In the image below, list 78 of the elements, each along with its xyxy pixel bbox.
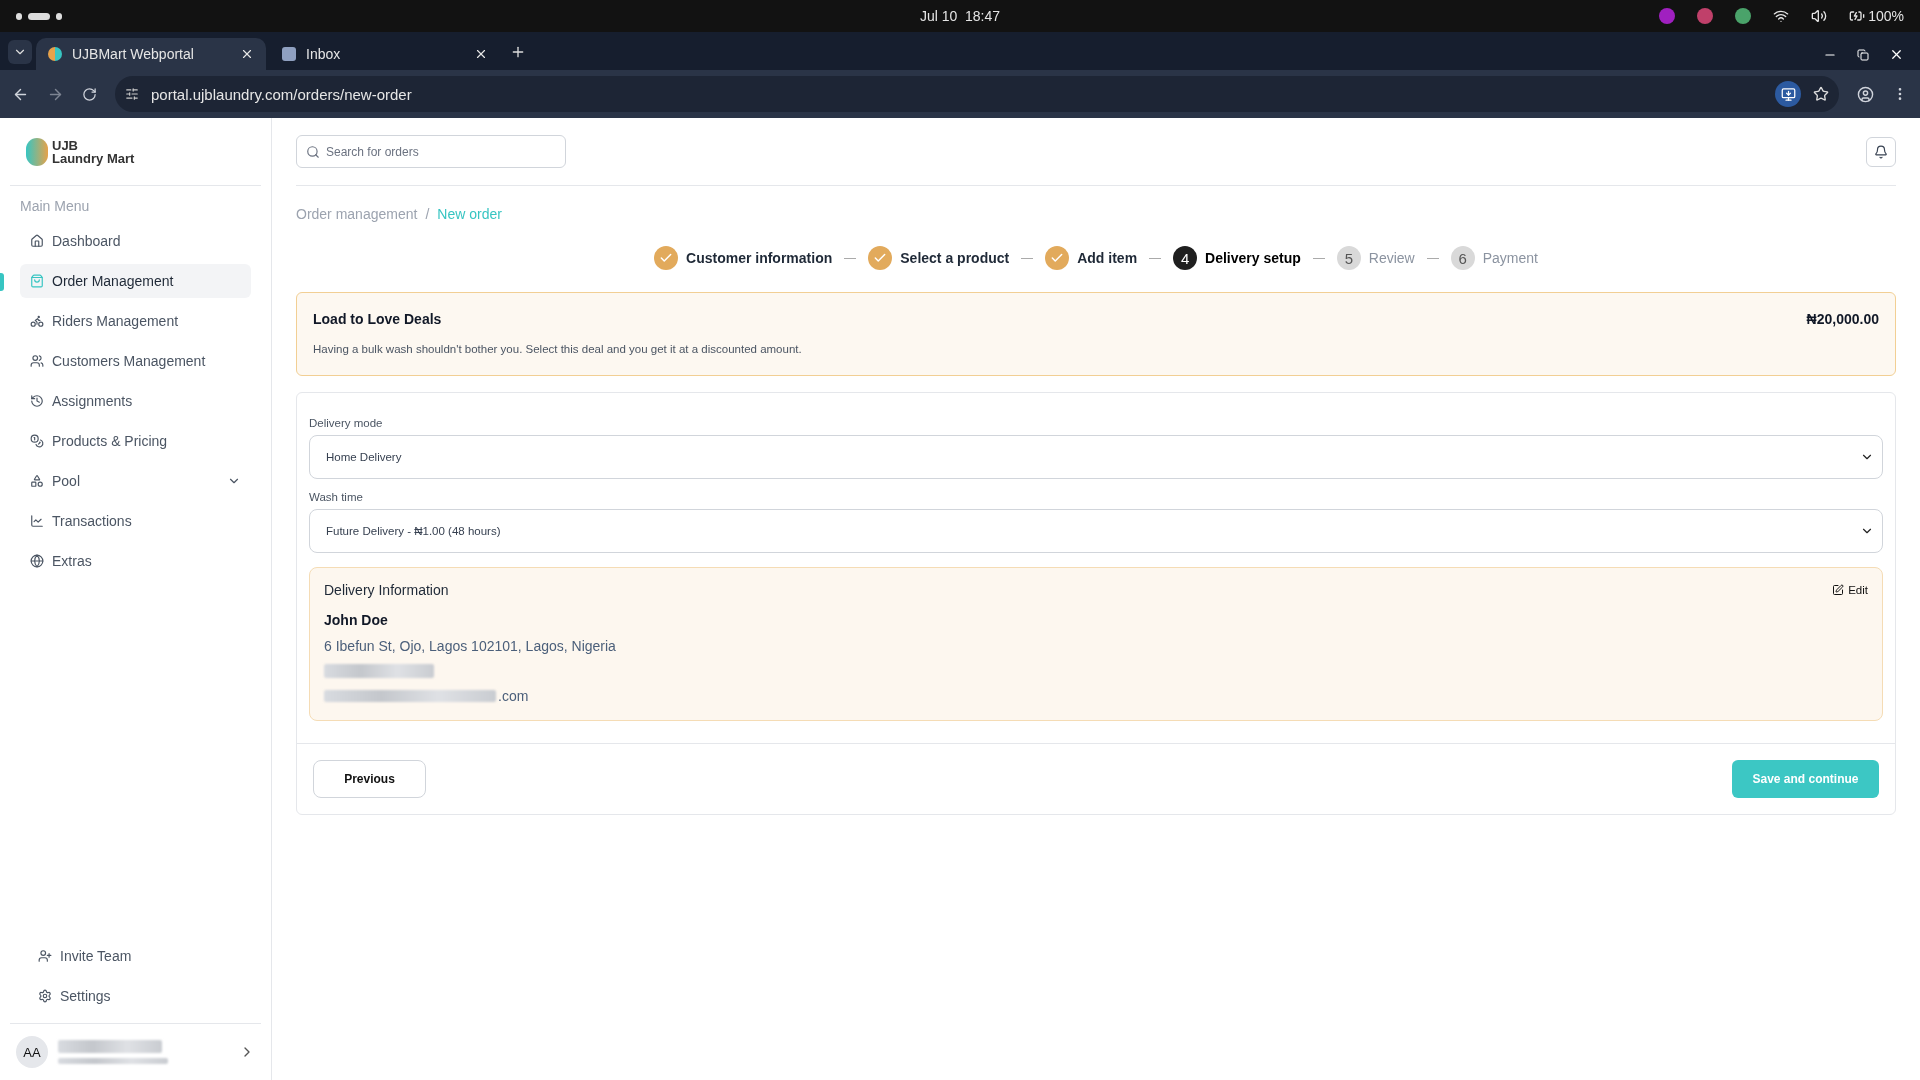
new-tab-icon[interactable] xyxy=(510,44,526,60)
step-number: 6 xyxy=(1450,246,1475,270)
select-field[interactable]: Future Delivery - ₦1.00 (48 hours) xyxy=(309,509,1883,553)
edit-icon xyxy=(1832,584,1845,596)
active-indicator xyxy=(0,273,4,291)
section-title: Main Menu xyxy=(19,197,91,216)
deal-description: Having a bulk wash shouldn't bother you. Select this deal and you get it at a discounted amount. xyxy=(313,343,803,355)
step-label: Customer information xyxy=(686,250,833,266)
search-icon xyxy=(306,145,320,159)
sidebar-item[interactable]: Riders Management xyxy=(20,304,251,338)
shapes-icon xyxy=(30,474,44,488)
previous-button[interactable]: Previous xyxy=(313,760,426,798)
bike-icon xyxy=(30,314,44,328)
tab-list-button[interactable] xyxy=(8,40,32,64)
browser-tab[interactable]: UJBMart Webportal xyxy=(36,38,266,70)
customer-address: 6 Ibefun St, Ojo, Lagos 102101, Lagos, Nigeria xyxy=(324,638,617,654)
profile-icon[interactable] xyxy=(1857,85,1874,103)
avatar[interactable]: AA xyxy=(16,1036,48,1068)
close-icon[interactable] xyxy=(1889,47,1904,62)
home-icon xyxy=(30,234,44,248)
reload-icon[interactable] xyxy=(82,86,97,102)
line-chart-icon xyxy=(30,514,44,528)
step-label: Add item xyxy=(1077,250,1138,266)
search-field[interactable]: Search for orders xyxy=(296,135,566,168)
restore-icon[interactable] xyxy=(1857,48,1869,61)
field-label: Wash time xyxy=(309,491,364,503)
browser-tab[interactable]: Inbox xyxy=(270,38,500,70)
bell-icon xyxy=(1874,144,1888,159)
clock[interactable]: Jul 10 18:47 xyxy=(919,8,1001,24)
history-icon xyxy=(30,394,44,408)
globe-icon xyxy=(30,554,44,568)
sidebar-item[interactable]: Invite Team xyxy=(28,939,243,973)
battery-icon[interactable] xyxy=(1849,8,1866,24)
wifi-icon[interactable] xyxy=(1773,8,1790,24)
deal-card[interactable]: Load to Love Deals ₦20,000.00 Having a bulk wash shouldn't bother you. Select this deal and you get it at a discounted amount. xyxy=(296,292,1896,376)
bag-icon xyxy=(30,274,44,288)
close-icon[interactable] xyxy=(474,47,488,61)
monitor-download-icon xyxy=(1780,86,1796,102)
volume-icon[interactable] xyxy=(1811,8,1828,24)
coins-icon xyxy=(30,434,44,448)
sidebar-item[interactable]: Order Management xyxy=(20,264,251,298)
card-title: Delivery Information xyxy=(324,582,449,598)
sidebar-item[interactable]: Extras xyxy=(20,544,251,578)
step-label: Select a product xyxy=(900,250,1010,266)
edit-button[interactable]: Edit xyxy=(1832,584,1868,596)
step-number: 4 xyxy=(1173,246,1198,270)
user-plus-icon xyxy=(38,949,52,963)
app-indicator-icon[interactable] xyxy=(1659,8,1676,24)
step-label: Review xyxy=(1368,250,1415,266)
sidebar-item[interactable]: Assignments xyxy=(20,384,251,418)
users-icon xyxy=(30,354,44,368)
notifications-button[interactable] xyxy=(1866,136,1896,167)
battery-level: 100% xyxy=(1868,8,1904,24)
sidebar-item[interactable]: Pool xyxy=(20,464,251,498)
sidebar-item[interactable]: Settings xyxy=(28,979,243,1013)
email-suffix: .com xyxy=(498,688,529,704)
favicon-icon xyxy=(48,47,62,61)
install-app-icon[interactable] xyxy=(1775,81,1801,107)
step-number: 5 xyxy=(1336,246,1361,270)
select-field[interactable]: Home Delivery xyxy=(309,435,1883,479)
breadcrumb-separator: / xyxy=(425,206,430,222)
deal-price: ₦20,000.00 xyxy=(1806,311,1879,327)
bookmark-icon[interactable] xyxy=(1813,86,1829,102)
field-label: Delivery mode xyxy=(309,417,384,429)
sidebar-item[interactable]: Products & Pricing xyxy=(20,424,251,458)
step-label: Delivery setup xyxy=(1205,250,1301,266)
sidebar-item[interactable]: Transactions xyxy=(20,504,251,538)
app-indicator-icon[interactable] xyxy=(1735,8,1752,24)
site-info-icon[interactable] xyxy=(125,87,139,101)
logo[interactable]: UJB Laundry Mart xyxy=(10,118,261,186)
deal-title: Load to Love Deals xyxy=(313,311,442,327)
close-icon[interactable] xyxy=(240,47,254,61)
app-indicator-icon[interactable] xyxy=(1697,8,1714,24)
sidebar-item[interactable]: Dashboard xyxy=(20,224,251,258)
sidebar-item[interactable]: Customers Management xyxy=(20,344,251,378)
step-label: Payment xyxy=(1482,250,1538,266)
customer-name: John Doe xyxy=(324,612,389,628)
settings-icon xyxy=(38,989,52,1003)
